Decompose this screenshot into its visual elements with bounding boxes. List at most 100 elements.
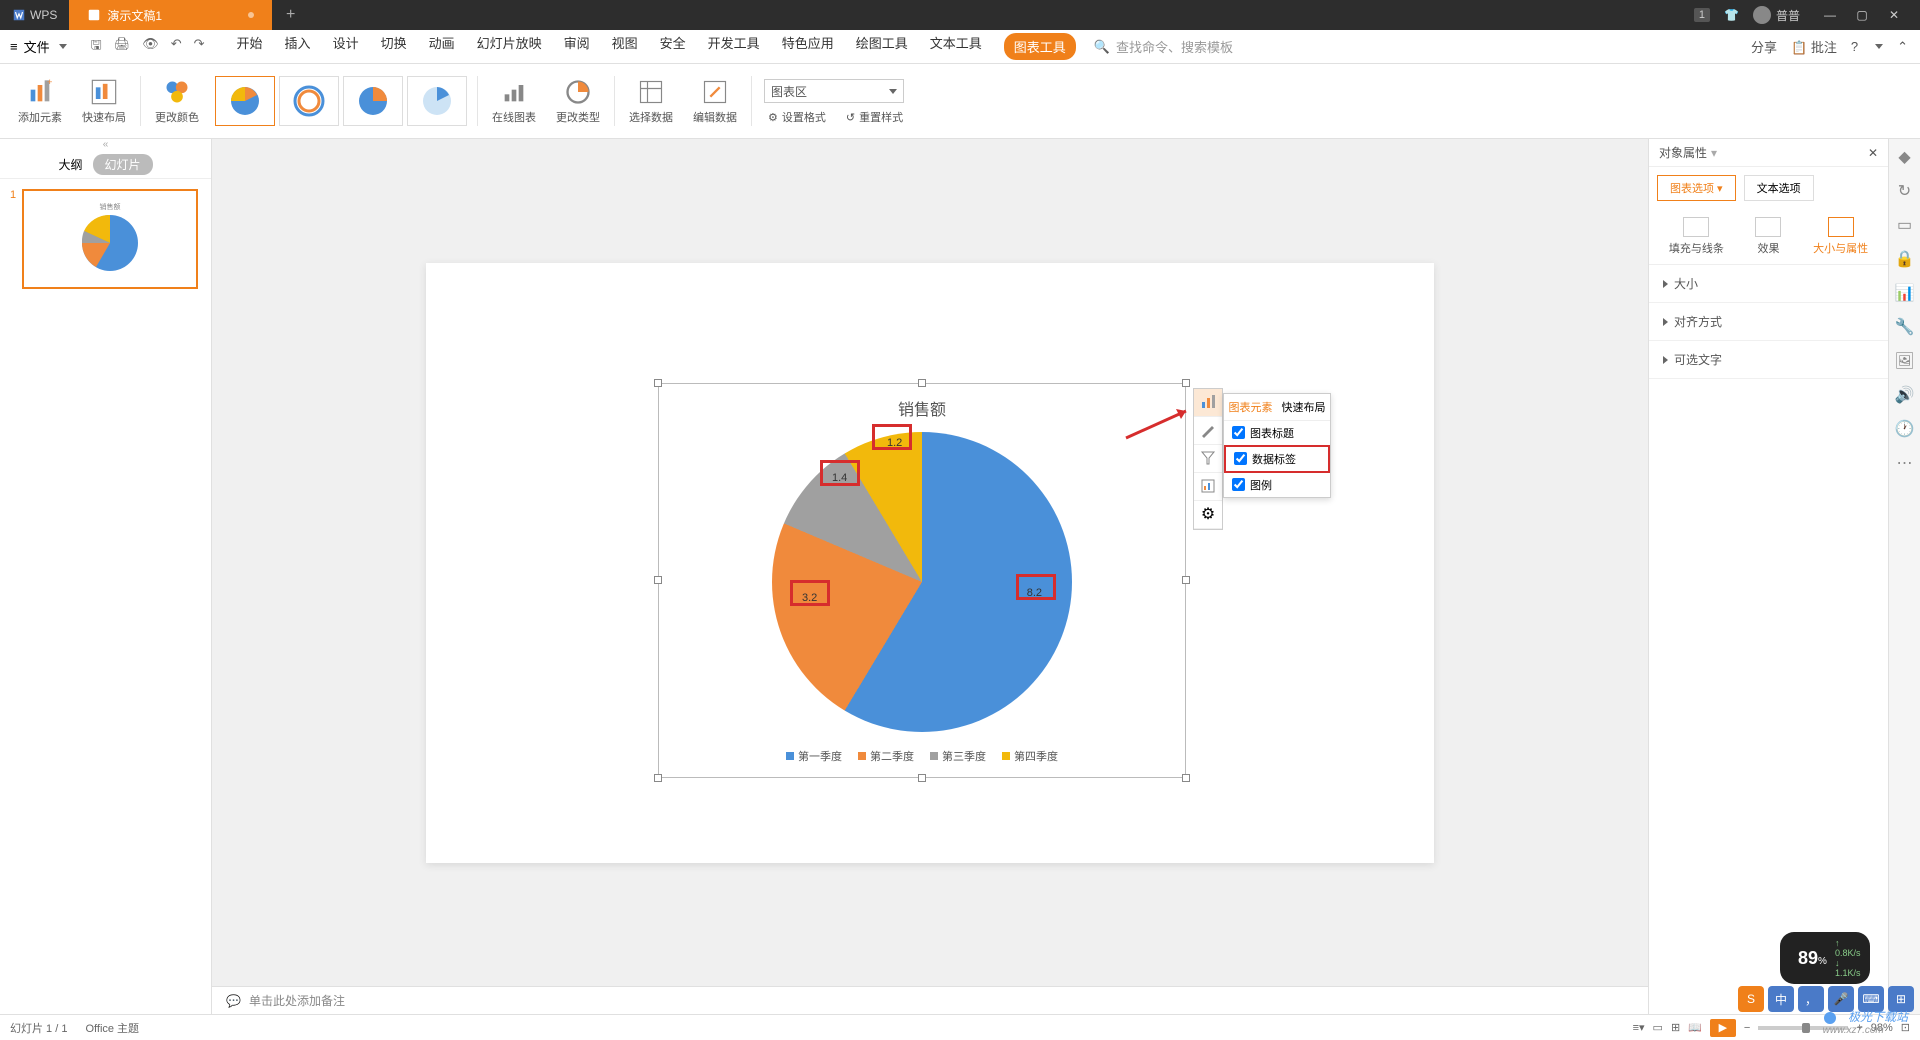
lock-icon[interactable]: 🔒 xyxy=(1895,249,1915,269)
undo-icon[interactable]: ↶ xyxy=(171,36,182,58)
chart-area-dropdown[interactable]: 图表区 xyxy=(764,79,904,103)
save-icon[interactable]: 🖫 xyxy=(91,36,102,58)
outline-tab[interactable]: 大纲 xyxy=(58,156,82,173)
section-align[interactable]: 对齐方式 xyxy=(1649,303,1888,341)
resize-handle[interactable] xyxy=(654,379,662,387)
tab-design[interactable]: 设计 xyxy=(333,33,359,60)
ribbon-options-icon[interactable]: ⌃ xyxy=(1897,39,1908,55)
tab-start[interactable]: 开始 xyxy=(237,33,263,60)
new-tab-button[interactable]: + xyxy=(272,6,309,24)
tool-icon[interactable]: 🔧 xyxy=(1895,317,1915,337)
search-box[interactable]: 🔍 查找命令、搜索模板 xyxy=(1094,37,1233,56)
props-tab-chart[interactable]: 图表选项 ▾ xyxy=(1657,175,1736,201)
popup-item-legend[interactable]: 图例 xyxy=(1224,473,1330,497)
chart-settings-icon[interactable]: ⚙ xyxy=(1194,501,1222,529)
popup-tab-elements[interactable]: 图表元素 xyxy=(1224,394,1277,420)
section-alt-text[interactable]: 可选文字 xyxy=(1649,341,1888,379)
props-tab-text[interactable]: 文本选项 xyxy=(1744,175,1814,201)
popup-tab-layout[interactable]: 快速布局 xyxy=(1277,394,1330,420)
close-button[interactable]: ✕ xyxy=(1878,8,1910,22)
more-icon[interactable]: ⋯ xyxy=(1895,453,1915,473)
sound-icon[interactable]: 🔊 xyxy=(1895,385,1915,405)
chart-filter-icon[interactable] xyxy=(1194,445,1222,473)
add-element-button[interactable]: + 添加元素 xyxy=(8,64,72,138)
redo-icon[interactable]: ↷ xyxy=(194,36,205,58)
minimize-button[interactable]: — xyxy=(1814,8,1846,22)
style-thumb-2[interactable] xyxy=(279,76,339,126)
tab-view[interactable]: 视图 xyxy=(612,33,638,60)
subtab-fill[interactable]: 填充与线条 xyxy=(1669,217,1724,256)
tab-slideshow[interactable]: 幻灯片放映 xyxy=(477,33,542,60)
tab-review[interactable]: 审阅 xyxy=(564,33,590,60)
select-data-button[interactable]: 选择数据 xyxy=(619,64,683,138)
tab-special[interactable]: 特色应用 xyxy=(782,33,834,60)
resize-handle[interactable] xyxy=(1182,774,1190,782)
quick-layout-button[interactable]: 快速布局 xyxy=(72,64,136,138)
resize-handle[interactable] xyxy=(918,379,926,387)
edit-data-button[interactable]: 编辑数据 xyxy=(683,64,747,138)
section-size[interactable]: 大小 xyxy=(1649,265,1888,303)
slide-canvas[interactable]: 销售额 8.2 3.2 1.4 1.2 第一季度 第二季度 xyxy=(426,263,1434,863)
notification-badge[interactable]: 1 xyxy=(1694,8,1710,22)
collapse-thumbs-icon[interactable]: « xyxy=(0,139,211,151)
style-thumb-1[interactable] xyxy=(215,76,275,126)
print-preview-icon[interactable]: 👁 xyxy=(142,36,159,58)
skin-icon[interactable]: 👕 xyxy=(1724,8,1739,22)
tab-devtools[interactable]: 开发工具 xyxy=(708,33,760,60)
reset-style-button[interactable]: ↺ 重置样式 xyxy=(842,107,907,127)
close-props-icon[interactable]: ✕ xyxy=(1868,146,1878,160)
share-button[interactable]: 分享 xyxy=(1751,37,1777,56)
slides-tab[interactable]: 幻灯片 xyxy=(93,154,153,175)
online-chart-button[interactable]: 在线图表 xyxy=(482,64,546,138)
tab-security[interactable]: 安全 xyxy=(660,33,686,60)
clock-icon[interactable]: 🕐 xyxy=(1895,419,1915,439)
chart-side-icon[interactable]: 📊 xyxy=(1895,283,1915,303)
popup-item-title[interactable]: 图表标题 xyxy=(1224,421,1330,445)
popup-item-datalabels[interactable]: 数据标签 xyxy=(1226,447,1328,471)
tab-chart[interactable]: 图表工具 xyxy=(1004,33,1076,60)
resize-handle[interactable] xyxy=(654,774,662,782)
ime-sogou-icon[interactable]: S xyxy=(1738,986,1764,1012)
chart-legend[interactable]: 第一季度 第二季度 第三季度 第四季度 xyxy=(659,748,1185,764)
tab-drawing[interactable]: 绘图工具 xyxy=(856,33,908,60)
template-icon[interactable]: ▭ xyxy=(1895,215,1915,235)
tab-insert[interactable]: 插入 xyxy=(285,33,311,60)
reading-view-icon[interactable]: 📖 xyxy=(1688,1021,1702,1034)
tab-transition[interactable]: 切换 xyxy=(381,33,407,60)
file-menu[interactable]: ≡文件 xyxy=(0,37,77,56)
chart-object[interactable]: 销售额 8.2 3.2 1.4 1.2 第一季度 第二季度 xyxy=(658,383,1186,778)
ime-punct-icon[interactable]: ， xyxy=(1798,986,1824,1012)
notes-bar[interactable]: 💬 单击此处添加备注 xyxy=(212,986,1648,1014)
change-type-button[interactable]: 更改类型 xyxy=(546,64,610,138)
chart-title[interactable]: 销售额 xyxy=(659,384,1185,420)
document-tab[interactable]: 演示文稿1 xyxy=(69,0,272,30)
normal-view-icon[interactable]: ▭ xyxy=(1653,1021,1663,1034)
shape-icon[interactable]: ◆ xyxy=(1895,147,1915,167)
subtab-size[interactable]: 大小与属性 xyxy=(1813,217,1868,256)
user-account[interactable]: 普普 xyxy=(1753,6,1800,24)
collapse-ribbon-icon[interactable] xyxy=(1875,44,1883,49)
slide-thumb-1[interactable]: 1 销售额 xyxy=(10,189,201,289)
view-menu-icon[interactable]: ≡▾ xyxy=(1633,1021,1645,1034)
image-icon[interactable]: 🖼 xyxy=(1895,351,1915,371)
resize-handle[interactable] xyxy=(918,774,926,782)
style-thumb-3[interactable] xyxy=(343,76,403,126)
slideshow-button[interactable]: ▶ xyxy=(1710,1019,1736,1037)
resize-handle[interactable] xyxy=(1182,576,1190,584)
chart-elements-icon[interactable] xyxy=(1194,389,1222,417)
style-thumb-4[interactable] xyxy=(407,76,467,126)
chart-stats-icon[interactable] xyxy=(1194,473,1222,501)
maximize-button[interactable]: ▢ xyxy=(1846,8,1878,22)
zoom-out-icon[interactable]: − xyxy=(1744,1022,1750,1034)
sorter-view-icon[interactable]: ⊞ xyxy=(1671,1021,1680,1034)
subtab-effect[interactable]: 效果 xyxy=(1755,217,1781,256)
resize-handle[interactable] xyxy=(1182,379,1190,387)
help-icon[interactable]: ? xyxy=(1851,39,1858,54)
loop-icon[interactable]: ↻ xyxy=(1895,181,1915,201)
checkbox-chart-title[interactable] xyxy=(1232,426,1245,439)
resize-handle[interactable] xyxy=(654,576,662,584)
change-color-button[interactable]: 更改颜色 xyxy=(145,64,209,138)
checkbox-legend[interactable] xyxy=(1232,478,1245,491)
tab-animation[interactable]: 动画 xyxy=(429,33,455,60)
checkbox-data-labels[interactable] xyxy=(1234,452,1247,465)
